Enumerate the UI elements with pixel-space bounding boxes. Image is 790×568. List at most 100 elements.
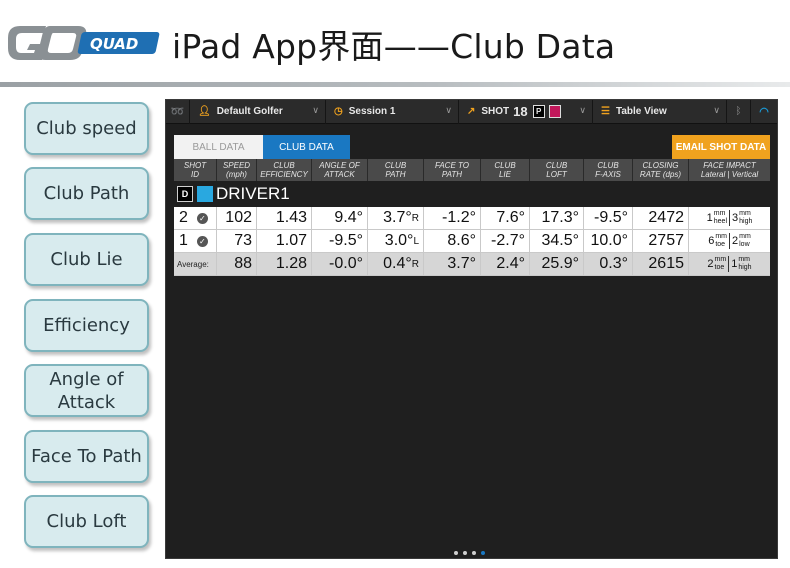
slide-title: iPad App界面——Club Data <box>172 27 616 66</box>
checkmark-icon[interactable]: ✓ <box>196 235 208 247</box>
efficiency-button[interactable]: Efficiency <box>24 299 149 352</box>
lie-cell: 7.6° <box>481 207 530 229</box>
f-axis-cell: -9.5° <box>584 207 633 229</box>
chevron-down-icon: ∨ <box>579 104 586 115</box>
shot-color-swatch <box>548 105 561 118</box>
f-axis-cell: 10.0° <box>584 230 633 252</box>
club-loft-button[interactable]: Club Loft <box>24 495 149 548</box>
path-cell: 3.7° R <box>368 207 424 229</box>
face-to-path-cell: 8.6° <box>424 230 481 252</box>
chevron-down-icon: ∨ <box>713 104 720 115</box>
lie-cell: 2.4° <box>481 253 530 275</box>
shot-label: SHOT <box>481 106 510 117</box>
tab-ball-data[interactable]: BALL DATA <box>174 135 263 159</box>
table-row[interactable]: 1 ✓ 73 1.07 -9.5° 3.0° L 8.6° -2.7° 34.5° … <box>174 230 770 253</box>
aoa-cell: 9.4° <box>312 207 368 229</box>
data-tabs: BALL DATA CLUB DATA EMAIL SHOT DATA <box>174 135 770 159</box>
page-dot-active[interactable] <box>481 551 485 555</box>
club-speed-button[interactable]: Club speed <box>24 102 149 155</box>
wifi-button[interactable]: ◠ <box>751 100 777 124</box>
session-selector[interactable]: ◷ Session 1 ∨ <box>326 99 459 124</box>
club-name: DRIVER1 <box>216 184 290 203</box>
header-divider <box>0 82 790 87</box>
loft-cell: 17.3° <box>530 207 584 229</box>
loft-cell: 25.9° <box>530 253 584 275</box>
loft-cell: 34.5° <box>530 230 584 252</box>
speed-cell: 73 <box>217 230 257 252</box>
column-header: CLUB F-AXIS <box>584 159 633 181</box>
golfer-selector[interactable]: 👤︎ Default Golfer ∨ <box>190 99 326 124</box>
column-header: CLUB LOFT <box>530 159 584 181</box>
angle-of-attack-button[interactable]: Angle of Attack <box>24 364 149 417</box>
club-data-table: SHOT ID SPEED (mph) CLUB EFFICIENCY ANGLE O… <box>174 159 770 276</box>
column-header: SHOT ID <box>174 159 217 181</box>
face-to-path-button[interactable]: Face To Path <box>24 430 149 483</box>
club-color-swatch <box>197 186 213 202</box>
column-header: CLUB EFFICIENCY <box>257 159 312 181</box>
column-header: FACE IMPACT Lateral | Vertical <box>700 161 759 179</box>
path-cell: 0.4° R <box>368 253 424 275</box>
list-icon: ☰ <box>601 106 610 117</box>
efficiency-cell: 1.28 <box>257 253 312 275</box>
page-dot[interactable] <box>463 551 467 555</box>
column-header: ANGLE OF ATTACK <box>312 159 368 181</box>
ipad-app-window: ➿ 👤︎ Default Golfer ∨ ◷ Session 1 ∨ ↗ SH… <box>165 99 778 559</box>
club-path-button[interactable]: Club Path <box>24 167 149 220</box>
f-axis-cell: 0.3° <box>584 253 633 275</box>
p-badge: P <box>532 105 545 118</box>
gcquad-logo: QUAD <box>8 26 160 60</box>
menu-button[interactable]: ➿ <box>166 99 190 124</box>
club-type-badge: D <box>177 186 193 202</box>
column-header: CLUB PATH <box>368 159 424 181</box>
view-selector[interactable]: ☰ Table View ∨ <box>593 99 727 124</box>
face-impact-cell: 6 mm toe 2 mm low <box>708 233 751 249</box>
face-impact-cell: 1 mm heel 3 mm high <box>706 210 753 226</box>
average-label: Average: <box>174 253 217 275</box>
efficiency-cell: 1.07 <box>257 230 312 252</box>
chevron-down-icon: ∨ <box>312 104 319 115</box>
clock-icon: ◷ <box>334 106 343 117</box>
speed-cell: 88 <box>217 253 257 275</box>
swoosh-logo-icon: ➿ <box>170 106 185 118</box>
speed-cell: 102 <box>217 207 257 229</box>
shot-selector[interactable]: ↗ SHOT 18 P ∨ <box>459 99 593 124</box>
shot-id-cell: 1 ✓ <box>174 230 217 252</box>
face-to-path-cell: -1.2° <box>424 207 481 229</box>
column-header: FACE TO PATH <box>424 159 481 181</box>
view-name: Table View <box>615 106 667 117</box>
aoa-cell: -9.5° <box>312 230 368 252</box>
app-top-bar: ➿ 👤︎ Default Golfer ∨ ◷ Session 1 ∨ ↗ SH… <box>166 99 777 124</box>
column-header: SPEED (mph) <box>217 159 257 181</box>
closing-rate-cell: 2615 <box>633 253 689 275</box>
lie-cell: -2.7° <box>481 230 530 252</box>
golfer-name: Default Golfer <box>216 106 283 117</box>
svg-text:QUAD: QUAD <box>90 35 138 53</box>
path-cell: 3.0° L <box>368 230 424 252</box>
page-dot[interactable] <box>454 551 458 555</box>
bluetooth-icon: ᛒ <box>735 106 742 117</box>
tab-club-data[interactable]: CLUB DATA <box>263 135 350 159</box>
column-header: CLUB LIE <box>481 159 530 181</box>
email-shot-data-button[interactable]: EMAIL SHOT DATA <box>672 135 770 159</box>
table-row[interactable]: 2 ✓ 102 1.43 9.4° 3.7° R -1.2° 7.6° 17.3° … <box>174 207 770 230</box>
closing-rate-cell: 2472 <box>633 207 689 229</box>
wifi-icon: ◠ <box>759 106 769 118</box>
club-group-header[interactable]: D DRIVER1 <box>174 181 770 207</box>
club-lie-button[interactable]: Club Lie <box>24 233 149 286</box>
face-impact-cell: 2 mm toe 1 mm high <box>707 256 752 272</box>
shot-trajectory-icon: ↗ <box>467 106 476 117</box>
efficiency-cell: 1.43 <box>257 207 312 229</box>
table-header: SHOT ID SPEED (mph) CLUB EFFICIENCY ANGLE O… <box>174 159 770 181</box>
face-to-path-cell: 3.7° <box>424 253 481 275</box>
checkmark-icon[interactable]: ✓ <box>196 212 208 224</box>
page-dot[interactable] <box>472 551 476 555</box>
closing-rate-cell: 2757 <box>633 230 689 252</box>
golfer-icon: 👤︎ <box>198 106 211 117</box>
average-row: Average: 88 1.28 -0.0° 0.4° R 3.7° 2.4° 2… <box>174 253 770 276</box>
column-header: CLOSING RATE (dps) <box>633 159 689 181</box>
page-indicator[interactable] <box>454 551 485 555</box>
shot-id-cell: 2 ✓ <box>174 207 217 229</box>
shot-number: 18 <box>513 104 528 119</box>
aoa-cell: -0.0° <box>312 253 368 275</box>
bluetooth-button[interactable]: ᛒ <box>727 99 751 124</box>
